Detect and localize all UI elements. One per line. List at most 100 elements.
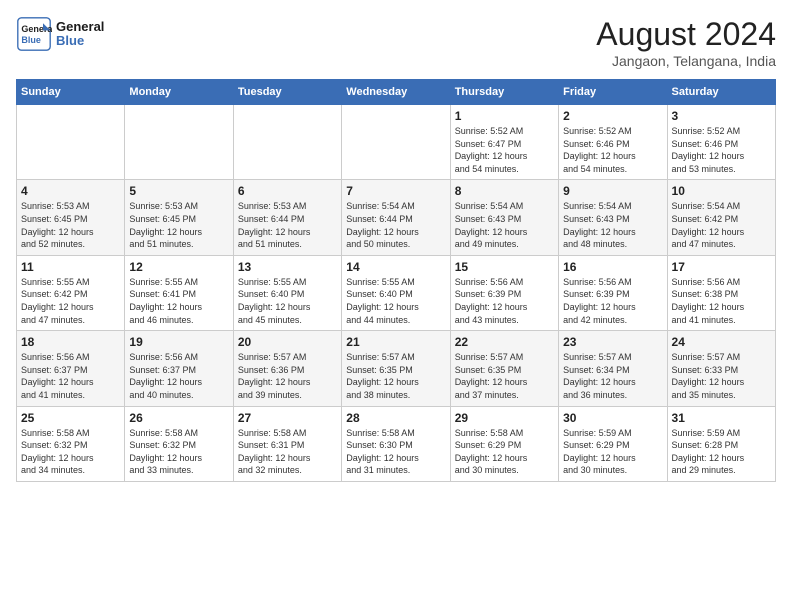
day-info: Sunrise: 5:54 AM Sunset: 6:44 PM Dayligh… [346, 200, 445, 250]
day-number: 14 [346, 260, 445, 274]
calendar-cell: 23 Sunrise: 5:57 AM Sunset: 6:34 PM Dayli… [559, 331, 667, 406]
calendar-cell: 21 Sunrise: 5:57 AM Sunset: 6:35 PM Dayli… [342, 331, 450, 406]
calendar-cell: 15 Sunrise: 5:56 AM Sunset: 6:39 PM Dayli… [450, 255, 558, 330]
calendar-cell: 20 Sunrise: 5:57 AM Sunset: 6:36 PM Dayli… [233, 331, 341, 406]
calendar-cell [125, 105, 233, 180]
day-number: 17 [672, 260, 771, 274]
day-number: 12 [129, 260, 228, 274]
day-number: 23 [563, 335, 662, 349]
day-info: Sunrise: 5:58 AM Sunset: 6:30 PM Dayligh… [346, 427, 445, 477]
day-info: Sunrise: 5:55 AM Sunset: 6:40 PM Dayligh… [346, 276, 445, 326]
day-number: 24 [672, 335, 771, 349]
day-number: 18 [21, 335, 120, 349]
day-info: Sunrise: 5:57 AM Sunset: 6:36 PM Dayligh… [238, 351, 337, 401]
day-number: 10 [672, 184, 771, 198]
calendar-cell: 11 Sunrise: 5:55 AM Sunset: 6:42 PM Dayli… [17, 255, 125, 330]
calendar-cell [342, 105, 450, 180]
calendar-cell: 18 Sunrise: 5:56 AM Sunset: 6:37 PM Dayli… [17, 331, 125, 406]
calendar-cell: 14 Sunrise: 5:55 AM Sunset: 6:40 PM Dayli… [342, 255, 450, 330]
weekday-header-thursday: Thursday [450, 80, 558, 105]
calendar-cell: 31 Sunrise: 5:59 AM Sunset: 6:28 PM Dayli… [667, 406, 775, 481]
day-number: 31 [672, 411, 771, 425]
calendar-cell: 24 Sunrise: 5:57 AM Sunset: 6:33 PM Dayli… [667, 331, 775, 406]
day-info: Sunrise: 5:59 AM Sunset: 6:29 PM Dayligh… [563, 427, 662, 477]
calendar-cell: 13 Sunrise: 5:55 AM Sunset: 6:40 PM Dayli… [233, 255, 341, 330]
day-info: Sunrise: 5:58 AM Sunset: 6:32 PM Dayligh… [129, 427, 228, 477]
day-info: Sunrise: 5:56 AM Sunset: 6:39 PM Dayligh… [455, 276, 554, 326]
day-info: Sunrise: 5:57 AM Sunset: 6:33 PM Dayligh… [672, 351, 771, 401]
calendar-cell: 8 Sunrise: 5:54 AM Sunset: 6:43 PM Daylig… [450, 180, 558, 255]
day-number: 26 [129, 411, 228, 425]
logo: General Blue General Blue [16, 16, 104, 52]
calendar-cell: 28Sunrise: 5:58 AM Sunset: 6:30 PM Dayli… [342, 406, 450, 481]
calendar-cell: 1 Sunrise: 5:52 AM Sunset: 6:47 PM Daylig… [450, 105, 558, 180]
day-number: 2 [563, 109, 662, 123]
calendar-cell: 2Sunrise: 5:52 AM Sunset: 6:46 PM Daylig… [559, 105, 667, 180]
day-number: 29 [455, 411, 554, 425]
day-number: 13 [238, 260, 337, 274]
svg-text:Blue: Blue [21, 35, 41, 45]
calendar-cell [233, 105, 341, 180]
day-number: 30 [563, 411, 662, 425]
day-info: Sunrise: 5:57 AM Sunset: 6:35 PM Dayligh… [346, 351, 445, 401]
day-number: 9 [563, 184, 662, 198]
day-info: Sunrise: 5:52 AM Sunset: 6:47 PM Dayligh… [455, 125, 554, 175]
day-number: 21 [346, 335, 445, 349]
calendar-cell: 19 Sunrise: 5:56 AM Sunset: 6:37 PM Dayli… [125, 331, 233, 406]
logo-icon: General Blue [16, 16, 52, 52]
calendar-cell: 17 Sunrise: 5:56 AM Sunset: 6:38 PM Dayli… [667, 255, 775, 330]
day-info: Sunrise: 5:56 AM Sunset: 6:39 PM Dayligh… [563, 276, 662, 326]
day-number: 6 [238, 184, 337, 198]
day-info: Sunrise: 5:54 AM Sunset: 6:43 PM Dayligh… [455, 200, 554, 250]
calendar-cell: 26 Sunrise: 5:58 AM Sunset: 6:32 PM Dayli… [125, 406, 233, 481]
day-info: Sunrise: 5:56 AM Sunset: 6:37 PM Dayligh… [129, 351, 228, 401]
day-info: Sunrise: 5:57 AM Sunset: 6:34 PM Dayligh… [563, 351, 662, 401]
calendar-cell: 3Sunrise: 5:52 AM Sunset: 6:46 PM Daylig… [667, 105, 775, 180]
calendar-week-row: 1 Sunrise: 5:52 AM Sunset: 6:47 PM Daylig… [17, 105, 776, 180]
weekday-header-row: SundayMondayTuesdayWednesdayThursdayFrid… [17, 80, 776, 105]
day-number: 4 [21, 184, 120, 198]
calendar-cell: 7 Sunrise: 5:54 AM Sunset: 6:44 PM Daylig… [342, 180, 450, 255]
day-info: Sunrise: 5:55 AM Sunset: 6:40 PM Dayligh… [238, 276, 337, 326]
day-number: 20 [238, 335, 337, 349]
day-info: Sunrise: 5:55 AM Sunset: 6:41 PM Dayligh… [129, 276, 228, 326]
day-number: 19 [129, 335, 228, 349]
location-subtitle: Jangaon, Telangana, India [596, 53, 776, 69]
day-info: Sunrise: 5:53 AM Sunset: 6:44 PM Dayligh… [238, 200, 337, 250]
calendar-cell: 30 Sunrise: 5:59 AM Sunset: 6:29 PM Dayli… [559, 406, 667, 481]
day-info: Sunrise: 5:57 AM Sunset: 6:35 PM Dayligh… [455, 351, 554, 401]
calendar-cell: 9 Sunrise: 5:54 AM Sunset: 6:43 PM Daylig… [559, 180, 667, 255]
calendar-cell [17, 105, 125, 180]
calendar-cell: 12 Sunrise: 5:55 AM Sunset: 6:41 PM Dayli… [125, 255, 233, 330]
calendar-cell: 22 Sunrise: 5:57 AM Sunset: 6:35 PM Dayli… [450, 331, 558, 406]
day-info: Sunrise: 5:56 AM Sunset: 6:38 PM Dayligh… [672, 276, 771, 326]
day-info: Sunrise: 5:53 AM Sunset: 6:45 PM Dayligh… [129, 200, 228, 250]
calendar-cell: 27Sunrise: 5:58 AM Sunset: 6:31 PM Dayli… [233, 406, 341, 481]
title-area: August 2024 Jangaon, Telangana, India [596, 16, 776, 69]
calendar-cell: 10 Sunrise: 5:54 AM Sunset: 6:42 PM Dayli… [667, 180, 775, 255]
day-number: 3 [672, 109, 771, 123]
day-number: 15 [455, 260, 554, 274]
day-info: Sunrise: 5:59 AM Sunset: 6:28 PM Dayligh… [672, 427, 771, 477]
day-info: Sunrise: 5:54 AM Sunset: 6:42 PM Dayligh… [672, 200, 771, 250]
day-number: 16 [563, 260, 662, 274]
day-number: 7 [346, 184, 445, 198]
calendar-cell: 5 Sunrise: 5:53 AM Sunset: 6:45 PM Daylig… [125, 180, 233, 255]
day-info: Sunrise: 5:56 AM Sunset: 6:37 PM Dayligh… [21, 351, 120, 401]
day-info: Sunrise: 5:54 AM Sunset: 6:43 PM Dayligh… [563, 200, 662, 250]
day-number: 8 [455, 184, 554, 198]
logo-text: General Blue [56, 20, 104, 49]
calendar-cell: 6 Sunrise: 5:53 AM Sunset: 6:44 PM Daylig… [233, 180, 341, 255]
page-header: General Blue General Blue August 2024 Ja… [16, 16, 776, 69]
calendar-week-row: 25 Sunrise: 5:58 AM Sunset: 6:32 PM Dayli… [17, 406, 776, 481]
day-number: 27 [238, 411, 337, 425]
day-number: 22 [455, 335, 554, 349]
weekday-header-saturday: Saturday [667, 80, 775, 105]
weekday-header-sunday: Sunday [17, 80, 125, 105]
day-number: 11 [21, 260, 120, 274]
day-info: Sunrise: 5:55 AM Sunset: 6:42 PM Dayligh… [21, 276, 120, 326]
day-number: 5 [129, 184, 228, 198]
day-number: 1 [455, 109, 554, 123]
calendar-cell: 25Sunrise: 5:58 AM Sunset: 6:32 PM Dayli… [17, 406, 125, 481]
day-number: 25 [21, 411, 120, 425]
